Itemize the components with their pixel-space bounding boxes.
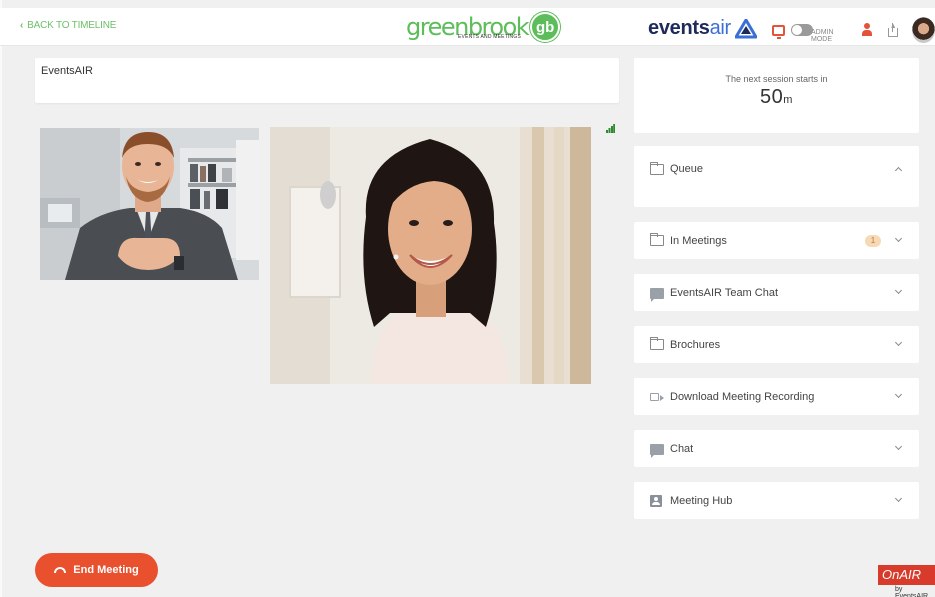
panel-queue-label: Queue	[670, 163, 704, 175]
panel-chat[interactable]: Chat	[634, 430, 919, 467]
monitor-icon[interactable]	[772, 24, 786, 39]
hub-icon	[650, 495, 662, 507]
panel-meeting-hub-label: Meeting Hub	[670, 495, 733, 507]
eventsair-logo-light: air	[709, 17, 732, 39]
in-meetings-count-badge: 1	[865, 235, 881, 247]
folder-icon	[650, 233, 664, 246]
user-avatar[interactable]	[911, 17, 935, 43]
panel-brochures[interactable]: Brochures	[634, 326, 919, 363]
eventsair-logo-bold: events	[648, 17, 710, 39]
user-alert-icon[interactable]	[860, 23, 873, 37]
participant-video-woman-image	[270, 127, 591, 384]
back-to-timeline-link[interactable]: ‹ BACK TO TIMELINE	[20, 20, 116, 31]
chevron-down-icon[interactable]	[894, 494, 903, 503]
panel-team-chat-label: EventsAIR Team Chat	[670, 287, 779, 299]
chevron-left-icon: ‹	[20, 20, 24, 31]
meeting-title: EventsAIR	[41, 65, 93, 77]
panel-download-recording-label: Download Meeting Recording	[670, 391, 815, 403]
meeting-title-card: EventsAIR	[35, 58, 619, 103]
admin-mode-toggle[interactable]	[791, 24, 814, 36]
end-meeting-button[interactable]: End Meeting	[35, 553, 158, 587]
eventsair-logo: eventsair	[648, 17, 757, 40]
greenbrook-subtitle: EVENTS AND MEETINGS	[458, 34, 521, 40]
chevron-down-icon[interactable]	[894, 338, 903, 347]
panel-brochures-label: Brochures	[670, 339, 721, 351]
countdown-value: 50	[760, 86, 784, 108]
chevron-down-icon[interactable]	[894, 286, 903, 295]
folder-icon	[650, 337, 664, 350]
admin-mode-label: ADMIN MODE	[811, 29, 834, 43]
panel-chat-label: Chat	[670, 443, 694, 455]
chevron-down-icon[interactable]	[894, 442, 903, 451]
header-toolbar: ADMIN MODE ▲	[772, 17, 935, 43]
chat-icon	[650, 288, 664, 302]
end-meeting-label: End Meeting	[73, 564, 139, 576]
folder-icon	[650, 162, 664, 175]
camera-icon	[650, 393, 664, 401]
participant-video-small[interactable]	[40, 128, 259, 280]
next-session-label: The next session starts in	[725, 74, 828, 84]
chevron-down-icon[interactable]	[894, 234, 903, 243]
share-icon[interactable]: ▲	[887, 23, 898, 37]
onair-logo: OnAIR	[878, 565, 935, 585]
next-session-countdown: 50m	[634, 86, 919, 109]
panel-in-meetings-label: In Meetings	[670, 235, 727, 247]
top-bar: ‹ BACK TO TIMELINE greenbrook EVENTS AND…	[0, 8, 935, 46]
phone-hangup-icon	[54, 567, 67, 573]
participant-video-main[interactable]	[270, 127, 591, 384]
panel-in-meetings[interactable]: In Meetings 1	[634, 222, 919, 259]
countdown-unit: m	[783, 94, 793, 106]
greenbrook-badge: gb	[530, 12, 561, 42]
chevron-down-icon[interactable]	[894, 390, 903, 399]
onair-logo-sub: by EventsAIR	[895, 586, 929, 597]
chevron-up-icon[interactable]	[894, 166, 903, 175]
panel-queue[interactable]: Queue	[634, 146, 919, 207]
window-edge	[0, 0, 2, 597]
panel-download-recording[interactable]: Download Meeting Recording	[634, 378, 919, 415]
signal-strength-icon	[606, 124, 615, 133]
greenbrook-logo: greenbrook EVENTS AND MEETINGS gb	[406, 10, 561, 44]
chat-icon	[650, 444, 664, 458]
panel-meeting-hub[interactable]: Meeting Hub	[634, 482, 919, 519]
participant-video-man-image	[40, 128, 259, 280]
panel-team-chat[interactable]: EventsAIR Team Chat	[634, 274, 919, 311]
next-session-card: The next session starts in 50m	[634, 58, 919, 133]
eventsair-mark-icon	[734, 18, 757, 38]
back-label: BACK TO TIMELINE	[27, 20, 117, 31]
